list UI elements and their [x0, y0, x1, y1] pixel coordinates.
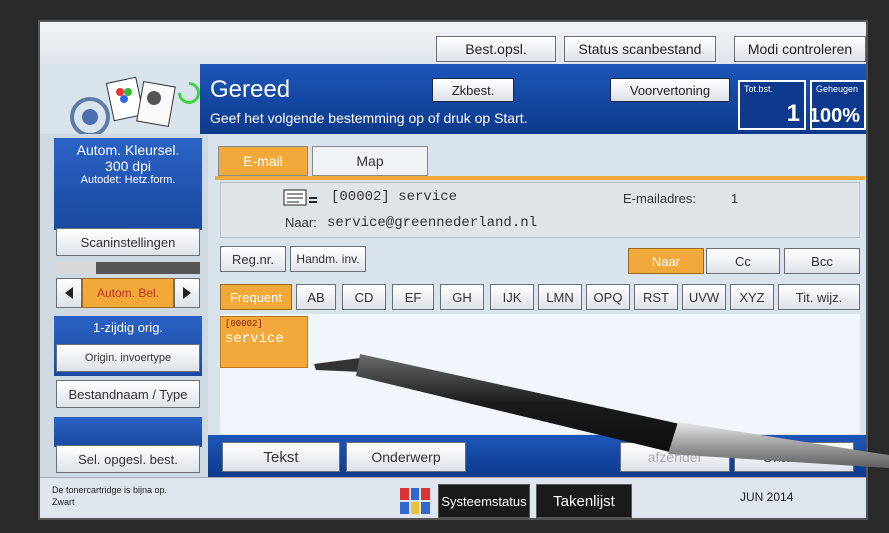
destination-item-code: [00002]: [225, 319, 263, 329]
to-address: service@greennederland.nl: [327, 215, 538, 231]
to-label: Naar:: [285, 215, 317, 230]
index-tab-lmn[interactable]: LMN: [538, 284, 582, 310]
memory-label: Geheugen: [816, 84, 859, 94]
scanner-logo-icon: [70, 76, 176, 137]
destination-item-name: service: [225, 331, 284, 347]
density-scale-fill: [56, 262, 96, 274]
search-dest-button[interactable]: Zkbest.: [432, 78, 514, 102]
email-count-label: E-mailadres:: [623, 191, 696, 206]
scan-status-button[interactable]: Status scanbestand: [564, 36, 716, 62]
total-dest-counter: Tot.bst. 1: [738, 80, 806, 130]
dpi-value: 300 dpi: [105, 158, 151, 174]
stored-dest-button[interactable]: Best.opsl.: [436, 36, 556, 62]
index-tab-ef[interactable]: EF: [392, 284, 434, 310]
autodetect-label: Autodet: Hetz.form.: [80, 174, 176, 186]
top-bar: Best.opsl. Status scanbestand Modi contr…: [40, 22, 866, 64]
status-message: Geef het volgende bestemming op of druk …: [210, 110, 528, 126]
original-type-button[interactable]: Origin. invoertype: [56, 344, 200, 372]
density-value[interactable]: Autom. Bel.: [82, 278, 174, 308]
receipt-confirm-button[interactable]: Ontv. Bev.: [734, 442, 854, 472]
toner-color: Zwart: [52, 497, 75, 507]
index-tab-frequent[interactable]: Frequent: [220, 284, 292, 310]
job-list-button[interactable]: Takenlijst: [536, 484, 632, 518]
scan-settings-button[interactable]: Scaninstellingen: [56, 228, 200, 256]
email-icon: [283, 189, 317, 206]
arrow-right-icon: [183, 287, 191, 299]
memory-value: 100%: [808, 105, 860, 127]
arrow-left-icon: [65, 287, 73, 299]
system-status-button[interactable]: Systeemstatus: [438, 484, 530, 518]
tab-underline: [215, 176, 865, 180]
sender-button[interactable]: afzender: [620, 442, 730, 472]
date-display: JUN 2014: [740, 490, 794, 504]
index-tab-xyz[interactable]: XYZ: [730, 284, 774, 310]
index-tab-cd[interactable]: CD: [342, 284, 386, 310]
index-tab-ab[interactable]: AB: [296, 284, 336, 310]
toner-warning-text: De tonercartridge is bijna op.: [52, 485, 168, 495]
total-dest-label: Tot.bst.: [744, 84, 774, 94]
select-stored-file-button[interactable]: Sel. opgesl. best.: [56, 445, 200, 473]
manual-input-button[interactable]: Handm. inv.: [290, 246, 366, 272]
cc-button[interactable]: Cc: [706, 248, 780, 274]
color-status-icon: [400, 488, 430, 514]
destination-item[interactable]: [00002] service: [220, 316, 308, 368]
check-modes-button[interactable]: Modi controleren: [734, 36, 866, 62]
stored-box: [54, 417, 202, 447]
email-count-value: 1: [731, 191, 739, 206]
index-tab-uvw[interactable]: UVW: [682, 284, 726, 310]
tab-folder[interactable]: Map: [312, 146, 428, 176]
text-button[interactable]: Tekst: [222, 442, 340, 472]
color-settings-box: Autom. Kleursel. 300 dpi Autodet: Hetz.f…: [54, 138, 202, 230]
original-label: 1-zijdig orig.: [92, 320, 164, 335]
footer-bar: De tonercartridge is bijna op. Zwart Sys…: [40, 477, 866, 518]
index-tab-ijk[interactable]: IJK: [490, 284, 534, 310]
bcc-button[interactable]: Bcc: [784, 248, 860, 274]
destination-list: [220, 314, 860, 434]
status-state: Gereed: [210, 76, 291, 103]
selected-destination: [00002] service Naar: service@greenneder…: [220, 182, 860, 238]
to-button[interactable]: Naar: [628, 248, 704, 274]
destination-name: [00002] service: [331, 189, 458, 205]
density-control: Autom. Bel.: [56, 278, 200, 308]
reg-nr-button[interactable]: Reg.nr.: [220, 246, 286, 272]
change-title-button[interactable]: Tit. wijz.: [778, 284, 860, 310]
index-tab-rst[interactable]: RST: [634, 284, 678, 310]
color-title: Autom. Kleursel.: [76, 142, 180, 158]
preview-button[interactable]: Voorvertoning: [610, 78, 730, 102]
toner-warning: De tonercartridge is bijna op. Zwart: [52, 484, 167, 508]
memory-counter: Geheugen 100%: [808, 80, 866, 130]
filename-type-button[interactable]: Bestandnaam / Type: [56, 380, 200, 408]
subject-button[interactable]: Onderwerp: [346, 442, 466, 472]
density-right-button[interactable]: [174, 278, 200, 308]
total-dest-value: 1: [786, 100, 800, 127]
tab-email[interactable]: E-mail: [218, 146, 308, 176]
index-tab-opq[interactable]: OPQ: [586, 284, 630, 310]
index-tab-gh[interactable]: GH: [440, 284, 484, 310]
density-left-button[interactable]: [56, 278, 82, 308]
scanner-screen: Best.opsl. Status scanbestand Modi contr…: [38, 20, 868, 520]
